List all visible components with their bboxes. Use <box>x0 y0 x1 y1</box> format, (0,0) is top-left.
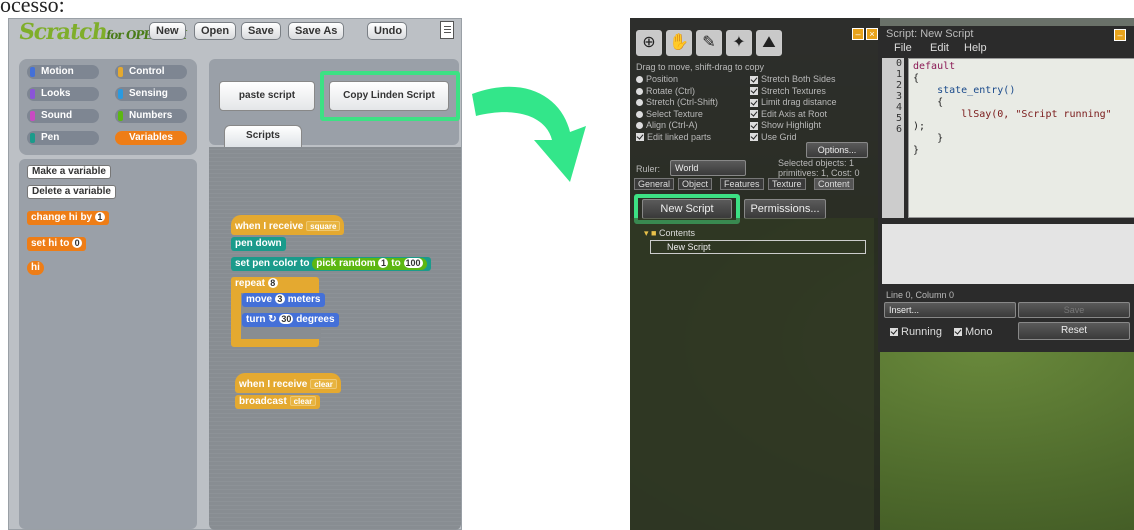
checkbox-edit-linked[interactable]: Edit linked parts <box>636 132 718 144</box>
tab-content[interactable]: Content <box>814 178 854 190</box>
checkbox-stretch-textures[interactable]: Stretch Textures <box>750 86 837 98</box>
copy-linden-script-button[interactable]: Copy Linden Script <box>329 81 449 111</box>
radio-align[interactable]: Align (Ctrl-A) <box>636 120 718 132</box>
minimize-icon[interactable]: – <box>852 28 864 40</box>
land-tool-icon[interactable]: ⛰ <box>756 30 782 56</box>
options-button[interactable]: Options... <box>806 142 868 158</box>
edit-option-checkboxes: Stretch Both Sides Stretch Textures Limi… <box>750 74 837 143</box>
inventory-item-new-script[interactable]: New Script <box>650 240 866 254</box>
new-script-button[interactable]: New Script <box>642 199 732 219</box>
mono-checkbox[interactable]: Mono <box>954 326 993 338</box>
tab-general[interactable]: General <box>634 178 675 190</box>
build-floater: ⊕ ✋ ✎ ✦ ⛰ – × Drag to move, shift-drag t… <box>630 18 880 530</box>
broadcast-block[interactable]: broadcast clear <box>235 395 321 409</box>
primitives-info: primitives: 1, Cost: 0 <box>778 168 860 178</box>
change-var-block[interactable]: change hi by 1 <box>27 211 109 225</box>
var-reporter-block[interactable]: hi <box>27 261 44 275</box>
menu-edit[interactable]: Edit <box>930 42 949 54</box>
radio-position[interactable]: Position <box>636 74 718 86</box>
error-output <box>882 224 1134 284</box>
open-button[interactable]: Open <box>194 22 237 40</box>
permissions-button[interactable]: Permissions... <box>744 199 826 219</box>
curved-arrow-icon <box>472 86 586 182</box>
tab-scripts[interactable]: Scripts <box>224 125 302 147</box>
tab-features[interactable]: Features <box>720 178 764 190</box>
paste-script-button[interactable]: paste script <box>219 81 315 111</box>
set-pen-color-block[interactable]: set pen color to pick random 1 to 100 <box>231 257 431 271</box>
close-icon[interactable]: × <box>866 28 878 40</box>
viewer-window: ⊕ ✋ ✎ ✦ ⛰ – × Drag to move, shift-drag t… <box>630 18 1134 530</box>
checkbox-limit-drag[interactable]: Limit drag distance <box>750 97 837 109</box>
blocks-palette: Make a variable Delete a variable change… <box>19 159 197 529</box>
category-numbers[interactable]: Numbers <box>115 109 187 123</box>
turn-block[interactable]: turn ↻ 30 degrees <box>242 313 339 327</box>
contents-panel: ▾ ■ Contents New Script <box>630 218 874 530</box>
category-variables[interactable]: Variables <box>115 131 187 145</box>
line-numbers: 0 1 2 3 4 5 6 <box>882 58 904 218</box>
category-control[interactable]: Control <box>115 65 187 79</box>
save-as-button[interactable]: Save As <box>288 22 345 40</box>
editor-title: Script: New Script <box>886 28 974 40</box>
category-sound[interactable]: Sound <box>27 109 99 123</box>
tab-texture[interactable]: Texture <box>768 178 806 190</box>
make-variable-button[interactable]: Make a variable <box>27 165 111 179</box>
new-button[interactable]: New <box>149 22 186 40</box>
editor-minimize-icon[interactable]: – <box>1114 29 1126 41</box>
when-receive-hat-block[interactable]: when I receive square <box>231 215 345 235</box>
rotate-icon: ↻ <box>268 314 277 325</box>
when-receive-clear-block[interactable]: when I receive clear <box>235 373 341 393</box>
selected-objects-info: Selected objects: 1 <box>778 158 855 168</box>
save-button[interactable]: Save <box>241 22 281 40</box>
category-sensing[interactable]: Sensing <box>115 87 187 101</box>
grab-tool-icon[interactable]: ✋ <box>666 30 692 56</box>
category-panel: Motion Control Looks Sensing Sound Numbe… <box>19 59 197 155</box>
ruler-dropdown[interactable]: World <box>670 160 746 176</box>
repeat-block[interactable]: repeat 8 <box>231 277 321 347</box>
radio-stretch[interactable]: Stretch (Ctrl-Shift) <box>636 97 718 109</box>
create-tool-icon[interactable]: ✦ <box>726 30 752 56</box>
edit-mode-radios: Position Rotate (Ctrl) Stretch (Ctrl-Shi… <box>636 74 718 143</box>
insert-dropdown[interactable]: Insert... <box>884 302 1016 318</box>
contents-folder[interactable]: ▾ ■ Contents <box>644 228 695 239</box>
cursor-position: Line 0, Column 0 <box>886 290 955 300</box>
drag-hint: Drag to move, shift-drag to copy <box>636 62 765 72</box>
notes-icon[interactable] <box>440 21 454 39</box>
tab-object[interactable]: Object <box>678 178 713 190</box>
pen-down-block[interactable]: pen down <box>231 237 286 251</box>
ruler-label: Ruler: <box>636 164 661 174</box>
code-editor[interactable]: default{ state_entry() { llSay(0, "Scrip… <box>908 58 1134 218</box>
edit-tool-icon[interactable]: ✎ <box>696 30 722 56</box>
category-looks[interactable]: Looks <box>27 87 99 101</box>
folder-icon: ▾ ■ <box>644 228 657 238</box>
reset-button[interactable]: Reset <box>1018 322 1130 340</box>
scratch-window: Scratchfor OPENSIM New Open Save Save As… <box>8 18 462 530</box>
set-var-block[interactable]: set hi to 0 <box>27 237 87 251</box>
menu-help[interactable]: Help <box>964 42 987 54</box>
checkbox-edit-axis[interactable]: Edit Axis at Root <box>750 109 837 121</box>
category-motion[interactable]: Motion <box>27 65 99 79</box>
radio-rotate[interactable]: Rotate (Ctrl) <box>636 86 718 98</box>
running-checkbox[interactable]: Running <box>890 326 942 338</box>
save-button[interactable]: Save <box>1018 302 1130 318</box>
repeat-label: repeat 8 <box>231 277 282 291</box>
undo-button[interactable]: Undo <box>367 22 407 40</box>
checkbox-stretch-both[interactable]: Stretch Both Sides <box>750 74 837 86</box>
caption-text: ocesso: <box>0 0 65 17</box>
scripts-area[interactable]: when I receive square pen down set pen c… <box>209 147 461 530</box>
delete-variable-button[interactable]: Delete a variable <box>27 185 116 199</box>
move-block[interactable]: move 3 meters <box>242 293 325 307</box>
category-pen[interactable]: Pen <box>27 131 99 145</box>
zoom-tool-icon[interactable]: ⊕ <box>636 30 662 56</box>
radio-select-texture[interactable]: Select Texture <box>636 109 718 121</box>
script-editor-floater: Script: New Script – File Edit Help 0 1 … <box>878 26 1134 352</box>
menu-file[interactable]: File <box>894 42 912 54</box>
checkbox-show-highlight[interactable]: Show Highlight <box>750 120 837 132</box>
